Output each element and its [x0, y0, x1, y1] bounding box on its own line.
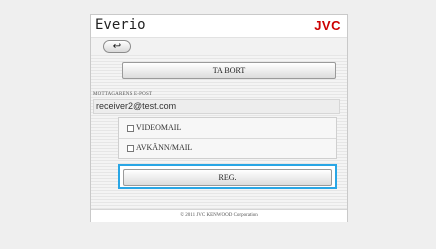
- copyright-footer: © 2011 JVC KENWOOD Corporation: [91, 209, 347, 222]
- brand-title: Everio: [95, 17, 146, 33]
- register-focus-outline: REG.: [118, 164, 337, 189]
- form-content: TA BORT MOTTAGARENS E-POST receiver2@tes…: [91, 55, 347, 209]
- back-arrow-icon: ↩: [112, 41, 122, 52]
- avkann-mail-checkbox[interactable]: [127, 145, 134, 152]
- options-list: VIDEOMAIL AVKÄNN/MAIL: [118, 117, 337, 159]
- register-button[interactable]: REG.: [123, 169, 332, 186]
- option-label: AVKÄNN/MAIL: [136, 143, 193, 152]
- jvc-logo: JVC: [314, 18, 341, 33]
- option-label: VIDEOMAIL: [136, 123, 182, 132]
- option-avkann-mail[interactable]: AVKÄNN/MAIL: [119, 138, 336, 158]
- back-button[interactable]: ↩: [103, 40, 131, 53]
- delete-button[interactable]: TA BORT: [122, 62, 336, 79]
- app-header: Everio JVC: [91, 15, 347, 38]
- recipient-email-field[interactable]: receiver2@test.com: [93, 99, 340, 114]
- recipient-email-label: MOTTAGARENS E-POST: [93, 92, 153, 97]
- option-videomail[interactable]: VIDEOMAIL: [119, 118, 336, 139]
- app-frame: Everio JVC ↩ TA BORT MOTTAGARENS E-POST …: [90, 14, 348, 222]
- nav-bar: ↩: [91, 38, 347, 55]
- videomail-checkbox[interactable]: [127, 125, 134, 132]
